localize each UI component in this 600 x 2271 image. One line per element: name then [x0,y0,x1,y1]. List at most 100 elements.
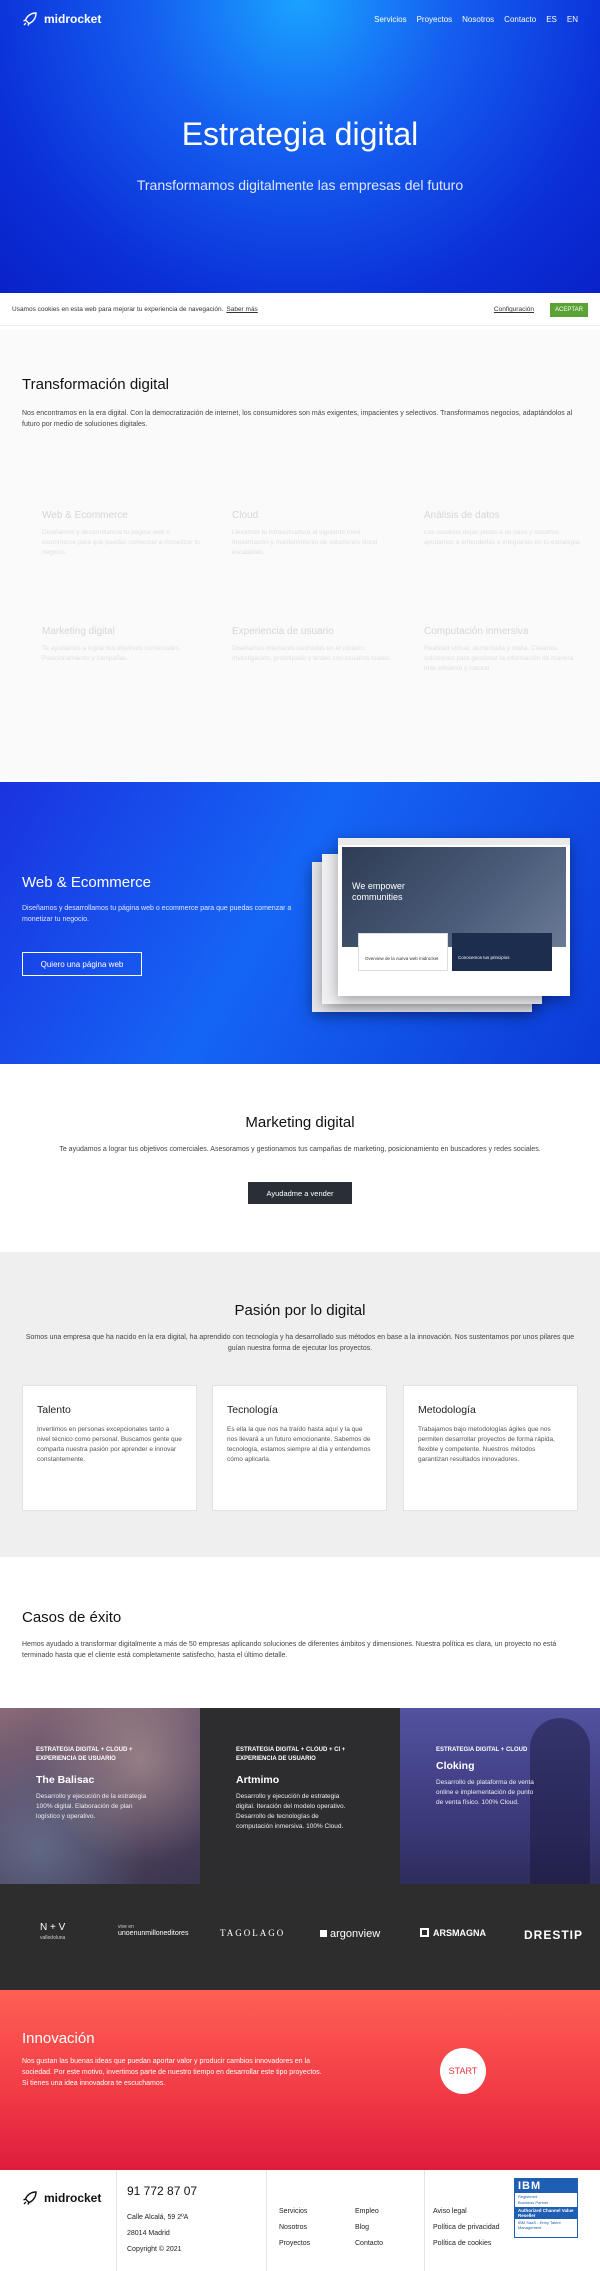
case-background-image [530,1718,590,1884]
logo-nv-sub: valledoluna [40,1935,66,1941]
web-title: Web & Ecommerce [22,874,151,891]
ibm-logo: IBM [515,2179,577,2193]
pasion-text: Somos una empresa que ha nacido en la er… [25,1334,575,1352]
service-text: Realidad virtual, aumentada y mixta. Cre… [424,645,574,672]
nav-links: Servicios Proyectos Nosotros Contacto ES… [374,15,578,24]
service-text: Llevamos tu infraestructura al siguiente… [232,529,378,556]
start-button[interactable]: START [440,2048,486,2094]
rocket-icon [23,12,37,26]
logo-uno-text: unoenunmilloneditores [118,1930,189,1937]
ibm-line3: Authorized Channel Value Reseller [515,2207,577,2219]
service-title: Web & Ecommerce [42,510,128,521]
mockup-heading: We empower communities [352,881,405,902]
case-text: Desarrollo de plataforma de venta online… [436,1779,534,1806]
logo-nv: N + V valledoluna [40,1922,65,1941]
service-item[interactable]: Cloud Llevamos tu infraestructura al sigu… [232,510,392,558]
service-title: Experiencia de usuario [232,626,334,637]
casos-section: Casos de éxito Hemos ayudado a transform… [0,1557,600,1707]
nav-link-servicios[interactable]: Servicios [374,15,406,24]
footer-brand-logo[interactable]: midrocket [22,2190,101,2206]
logo-arsmagna: ARSMAGNA [420,1928,486,1938]
footer-link-proyectos[interactable]: Proyectos [279,2240,310,2247]
logo-argonview: argonview [320,1928,380,1940]
footer-address-1: Calle Alcalá, 59 2ºA [127,2214,189,2221]
pillar-text: Es ella la que nos ha traído hasta aquí … [227,1426,371,1463]
footer-link-aviso-legal[interactable]: Aviso legal [433,2208,467,2215]
footer-link-servicios[interactable]: Servicios [279,2208,307,2215]
service-item[interactable]: Computación inmersiva Realidad virtual, a… [424,626,584,674]
logo-tagolago: TAGOLAGO [220,1928,286,1938]
cookie-bar: Usamos cookies en esta web para mejorar … [0,296,600,326]
case-name: The Balisac [36,1774,95,1786]
footer-link-cookies[interactable]: Política de cookies [433,2240,491,2247]
pillar-text: Trabajamos bajo metodologías ágiles que … [418,1426,555,1463]
lang-en[interactable]: EN [567,15,578,24]
nav-link-contacto[interactable]: Contacto [504,15,536,24]
marketing-title: Marketing digital [245,1114,355,1131]
brand-name: midrocket [44,12,102,26]
footer-link-blog[interactable]: Blog [355,2224,369,2231]
logo-argonview-text: argonview [330,1928,381,1940]
hero-subtitle: Transformamos digitalmente las empresas … [136,177,464,193]
service-title: Análisis de datos [424,510,500,521]
case-the-balisac[interactable]: ESTRATEGIA DIGITAL + CLOUD + EXPERIENCIA… [0,1708,200,1884]
casos-text: Hemos ayudado a transformar digitalmente… [22,1641,557,1659]
transformacion-title: Transformación digital [22,376,170,393]
footer-link-privacidad[interactable]: Política de privacidad [433,2224,500,2231]
footer-phone[interactable]: 91 772 87 07 [127,2184,197,2198]
case-tag: ESTRATEGIA DIGITAL + CLOUD [436,1747,528,1753]
logo-arsmagna-text: ARSMAGNA [433,1928,486,1938]
ibm-line2: Business Partner [518,2200,549,2205]
footer-link-contacto[interactable]: Contacto [355,2240,383,2247]
ibm-line1: Registered [518,2194,538,2199]
nav-link-proyectos[interactable]: Proyectos [417,15,453,24]
website-mockup: We empower communities Overview de la nu… [338,838,570,996]
case-name: Artmimo [236,1774,280,1786]
cookie-more-link[interactable]: Saber más [226,306,257,313]
case-cloking[interactable]: ESTRATEGIA DIGITAL + CLOUD Cloking Desar… [400,1708,600,1884]
service-item[interactable]: Experiencia de usuario Diseñamos interfac… [232,626,392,664]
service-text: Diseñamos interfaces centradas en el usu… [232,645,391,662]
service-title: Marketing digital [42,626,115,637]
footer-copyright: Copyright © 2021 [127,2246,182,2253]
cookie-message: Usamos cookies en esta web para mejorar … [12,306,224,313]
service-item[interactable]: Web & Ecommerce Diseñamos y desarrollamos… [42,510,202,558]
cookie-config-link[interactable]: Configuración [494,306,534,313]
footer-brand-name: midrocket [44,2191,102,2205]
case-text: Desarrollo y ejecución de la estrategia … [36,1793,147,1820]
pillar-text: Invertimos en personas excepcionales tan… [37,1426,182,1463]
mockup-hero-image: We empower communities [342,847,566,947]
footer-legal-column: Aviso legal Política de privacidad Polít… [424,2170,500,2271]
mockup-card-2: Conocemos tus principios [452,933,552,971]
nav-link-nosotros[interactable]: Nosotros [462,15,494,24]
innovacion-title: Innovación [22,2030,95,2047]
web-cta-button[interactable]: Quiero una página web [22,952,142,976]
case-tag: ESTRATEGIA DIGITAL + CLOUD + EXPERIENCIA… [36,1747,133,1762]
service-text: Te ayudamos a lograr tus objetivos comer… [42,645,181,662]
cookie-accept-button[interactable]: ACEPTAR [550,303,588,317]
lang-es[interactable]: ES [546,15,557,24]
logo-unoenunmillon: vive en unoenunmilloneditores [118,1924,188,1937]
case-artmimo[interactable]: ESTRATEGIA DIGITAL + CLOUD + CI + EXPERI… [200,1708,400,1884]
top-navigation: midrocket Servicios Proyectos Nosotros C… [0,0,600,40]
pillar-title: Tecnología [227,1404,278,1416]
footer-contact-column: 91 772 87 07 Calle Alcalá, 59 2ºA 28014 … [116,2170,197,2271]
logo-drestip: DRESTIP [524,1928,584,1942]
casos-title: Casos de éxito [22,1609,122,1626]
case-tag: ESTRATEGIA DIGITAL + CLOUD + CI + EXPERI… [236,1747,346,1762]
pillar-title: Talento [37,1404,71,1416]
mockup-card-1-text: Overview de la nueva web midrocket [365,956,439,961]
footer-link-empleo[interactable]: Empleo [355,2208,379,2215]
ibm-partner-badge: IBM Registered Business Partner Authoriz… [514,2178,578,2238]
argonview-mark-icon [320,1930,327,1937]
service-item[interactable]: Marketing digital Te ayudamos a lograr tu… [42,626,202,664]
marketing-cta-button[interactable]: Ayudadme a vender [248,1182,352,1204]
brand-logo[interactable]: midrocket [22,11,101,27]
service-text: Los usuarios dejan pistas a su paso y no… [424,529,582,546]
pillar-card-metodologia: Metodología Trabajamos bajo metodologías … [403,1385,578,1511]
hero-section: midrocket Servicios Proyectos Nosotros C… [0,0,600,293]
footer-link-nosotros[interactable]: Nosotros [279,2224,307,2231]
hero-title: Estrategia digital [181,116,419,152]
service-title: Cloud [232,510,259,521]
service-item[interactable]: Análisis de datos Los usuarios dejan pist… [424,510,584,548]
